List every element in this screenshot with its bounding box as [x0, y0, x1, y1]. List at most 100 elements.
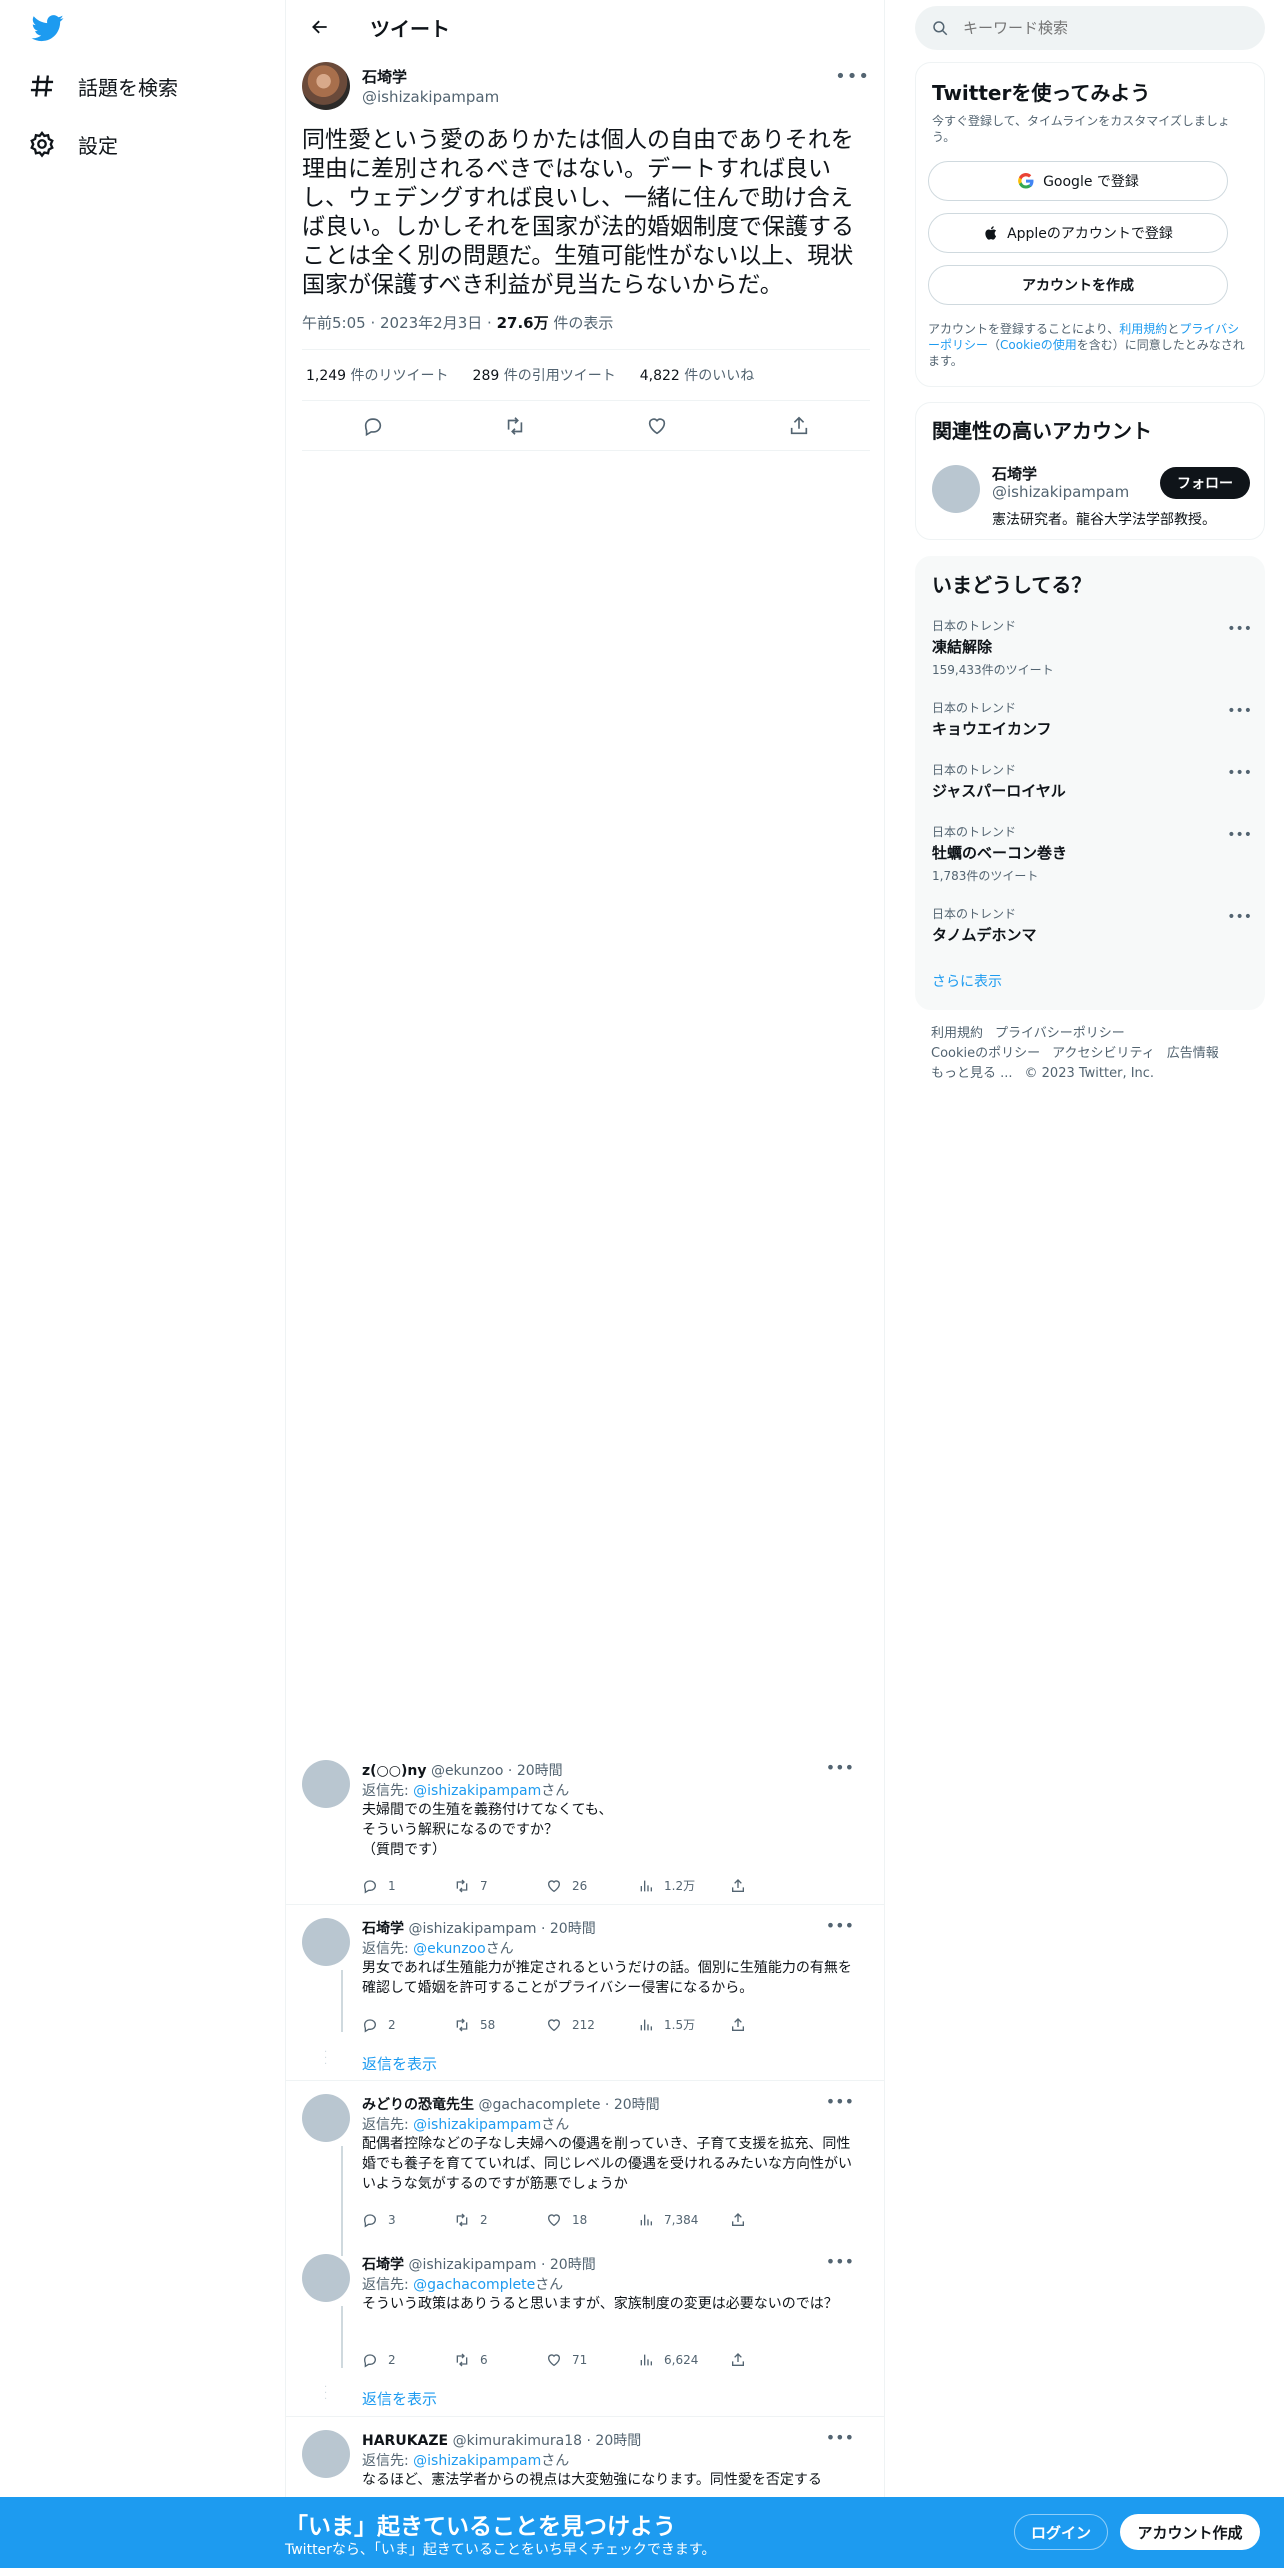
- avatar[interactable]: [302, 1918, 350, 1966]
- reply-retweet-button[interactable]: 7: [454, 1877, 546, 1894]
- footer-accessibility-link[interactable]: アクセシビリティ: [1052, 1046, 1155, 1061]
- trend-item[interactable]: 日本のトレンド キョウエイカンフ •••: [932, 699, 1252, 739]
- avatar[interactable]: [302, 1760, 350, 1808]
- more-icon[interactable]: •••: [1227, 765, 1252, 781]
- tweet-author-handle[interactable]: @ishizakipampam: [362, 88, 499, 106]
- reply-to-link[interactable]: @ishizakipampam: [413, 2453, 541, 2469]
- footer-cookie-link[interactable]: Cookieのポリシー: [931, 1046, 1040, 1061]
- footer-ads-link[interactable]: 広告情報: [1167, 1046, 1219, 1061]
- reply-comment-button[interactable]: 2: [362, 2352, 454, 2368]
- reply-share-button[interactable]: [730, 2212, 822, 2228]
- back-button[interactable]: [302, 9, 338, 45]
- reply-author-name[interactable]: HARUKAZE: [362, 2433, 448, 2449]
- search-input[interactable]: [963, 19, 1243, 37]
- reply-author-handle[interactable]: @gachacomplete: [478, 2097, 600, 2113]
- trend-item[interactable]: 日本のトレンド タノムデホンマ •••: [932, 905, 1252, 945]
- reply-to-link[interactable]: @gachacomplete: [413, 2277, 535, 2293]
- follow-button[interactable]: フォロー: [1160, 467, 1250, 499]
- more-icon[interactable]: •••: [826, 2252, 854, 2271]
- reply-author-name[interactable]: 石埼学: [362, 2257, 404, 2273]
- nav-settings[interactable]: 設定: [28, 120, 118, 168]
- more-icon[interactable]: •••: [1227, 621, 1252, 637]
- more-icon[interactable]: •••: [826, 1758, 854, 1777]
- reply-comment-button[interactable]: 2: [362, 2016, 454, 2033]
- tweet-time[interactable]: 午前5:05: [302, 314, 366, 332]
- reply-tweet[interactable]: HARUKAZE @kimurakimura18 · 20時間 ••• 返信先:…: [302, 2430, 870, 2500]
- show-replies-link[interactable]: 返信を表示: [362, 2388, 437, 2409]
- avatar[interactable]: [302, 62, 350, 110]
- like-button[interactable]: [639, 408, 675, 444]
- apple-signup-button[interactable]: Appleのアカウントで登録: [928, 213, 1228, 253]
- reply-views-button[interactable]: 1.2万: [638, 1877, 730, 1894]
- trend-item[interactable]: 日本のトレンド 凍結解除 159,433件のツイート •••: [932, 617, 1252, 678]
- cookie-link[interactable]: Cookieの使用: [1000, 338, 1077, 352]
- show-more-trends-link[interactable]: さらに表示: [932, 971, 1002, 991]
- footer-privacy-link[interactable]: プライバシーポリシー: [995, 1026, 1125, 1041]
- footer-terms-link[interactable]: 利用規約: [931, 1026, 983, 1041]
- reply-comment-button[interactable]: 3: [362, 2212, 454, 2228]
- reply-share-button[interactable]: [730, 2352, 822, 2368]
- reply-age[interactable]: 20時間: [550, 2257, 596, 2273]
- avatar[interactable]: [932, 465, 980, 513]
- quote-stat[interactable]: 289 件の引用ツイート: [473, 365, 616, 385]
- terms-link[interactable]: 利用規約: [1119, 322, 1167, 336]
- reply-tweet[interactable]: 石埼学 @ishizakipampam · 20時間 ••• 返信先: @eku…: [302, 1916, 870, 2038]
- reply-to-link[interactable]: @ekunzoo: [413, 1941, 486, 1957]
- like-stat[interactable]: 4,822 件のいいね: [640, 365, 755, 385]
- more-icon[interactable]: •••: [1227, 827, 1252, 843]
- reply-like-button[interactable]: 71: [546, 2352, 638, 2368]
- reply-views-button[interactable]: 7,384: [638, 2212, 730, 2228]
- trend-item[interactable]: 日本のトレンド ジャスパーロイヤル •••: [932, 761, 1252, 801]
- nav-explore[interactable]: 話題を検索: [28, 62, 178, 110]
- reply-button[interactable]: [355, 408, 391, 444]
- login-button[interactable]: ログイン: [1014, 2514, 1108, 2550]
- reply-author-name[interactable]: z(○○)ny: [362, 1763, 426, 1779]
- reply-author-handle[interactable]: @ishizakipampam: [408, 2257, 536, 2273]
- signup-button[interactable]: アカウント作成: [1120, 2514, 1260, 2550]
- reply-age[interactable]: 20時間: [517, 1763, 563, 1779]
- reply-share-button[interactable]: [730, 1877, 822, 1894]
- reply-age[interactable]: 20時間: [614, 2097, 660, 2113]
- reply-age[interactable]: 20時間: [595, 2433, 641, 2449]
- tweet-date[interactable]: 2023年2月3日: [380, 314, 482, 332]
- reply-tweet[interactable]: 石埼学 @ishizakipampam · 20時間 ••• 返信先: @gac…: [302, 2252, 870, 2374]
- reply-to-link[interactable]: @ishizakipampam: [413, 2117, 541, 2133]
- avatar[interactable]: [302, 2430, 350, 2478]
- reply-tweet[interactable]: z(○○)ny @ekunzoo · 20時間 ••• 返信先: @ishiza…: [302, 1758, 870, 1900]
- reply-retweet-button[interactable]: 2: [454, 2212, 546, 2228]
- more-icon[interactable]: •••: [1227, 909, 1252, 925]
- twitter-logo-icon[interactable]: [30, 12, 66, 44]
- search-box[interactable]: [915, 6, 1265, 50]
- related-account-handle[interactable]: @ishizakipampam: [992, 483, 1129, 501]
- more-icon[interactable]: •••: [826, 1916, 854, 1935]
- reply-age[interactable]: 20時間: [550, 1921, 596, 1937]
- reply-like-button[interactable]: 212: [546, 2016, 638, 2033]
- reply-comment-button[interactable]: 1: [362, 1877, 454, 1894]
- reply-author-name[interactable]: みどりの恐竜先生: [362, 2097, 474, 2113]
- google-signup-button[interactable]: Google で登録: [928, 161, 1228, 201]
- avatar[interactable]: [302, 2094, 350, 2142]
- more-icon[interactable]: •••: [826, 2092, 854, 2111]
- reply-to-link[interactable]: @ishizakipampam: [413, 1783, 541, 1799]
- reply-author-handle[interactable]: @kimurakimura18: [453, 2433, 583, 2449]
- more-icon[interactable]: •••: [826, 2430, 854, 2447]
- tweet-author-name[interactable]: 石埼学: [362, 66, 407, 87]
- avatar[interactable]: [302, 2254, 350, 2302]
- trend-item[interactable]: 日本のトレンド 牡蠣のベーコン巻き 1,783件のツイート •••: [932, 823, 1252, 884]
- more-icon[interactable]: •••: [1227, 703, 1252, 719]
- reply-share-button[interactable]: [730, 2016, 822, 2033]
- reply-retweet-button[interactable]: 6: [454, 2352, 546, 2368]
- reply-views-button[interactable]: 6,624: [638, 2352, 730, 2368]
- related-account-name[interactable]: 石埼学: [992, 463, 1037, 484]
- retweet-button[interactable]: [497, 408, 533, 444]
- footer-more-link[interactable]: もっと見る ...: [931, 1066, 1013, 1081]
- reply-author-name[interactable]: 石埼学: [362, 1921, 404, 1937]
- reply-author-handle[interactable]: @ishizakipampam: [408, 1921, 536, 1937]
- reply-author-handle[interactable]: @ekunzoo: [431, 1763, 504, 1779]
- reply-retweet-button[interactable]: 58: [454, 2016, 546, 2033]
- reply-like-button[interactable]: 18: [546, 2212, 638, 2228]
- reply-like-button[interactable]: 26: [546, 1877, 638, 1894]
- retweet-stat[interactable]: 1,249 件のリツイート: [306, 365, 449, 385]
- more-icon[interactable]: •••: [835, 66, 870, 87]
- create-account-button[interactable]: アカウントを作成: [928, 265, 1228, 305]
